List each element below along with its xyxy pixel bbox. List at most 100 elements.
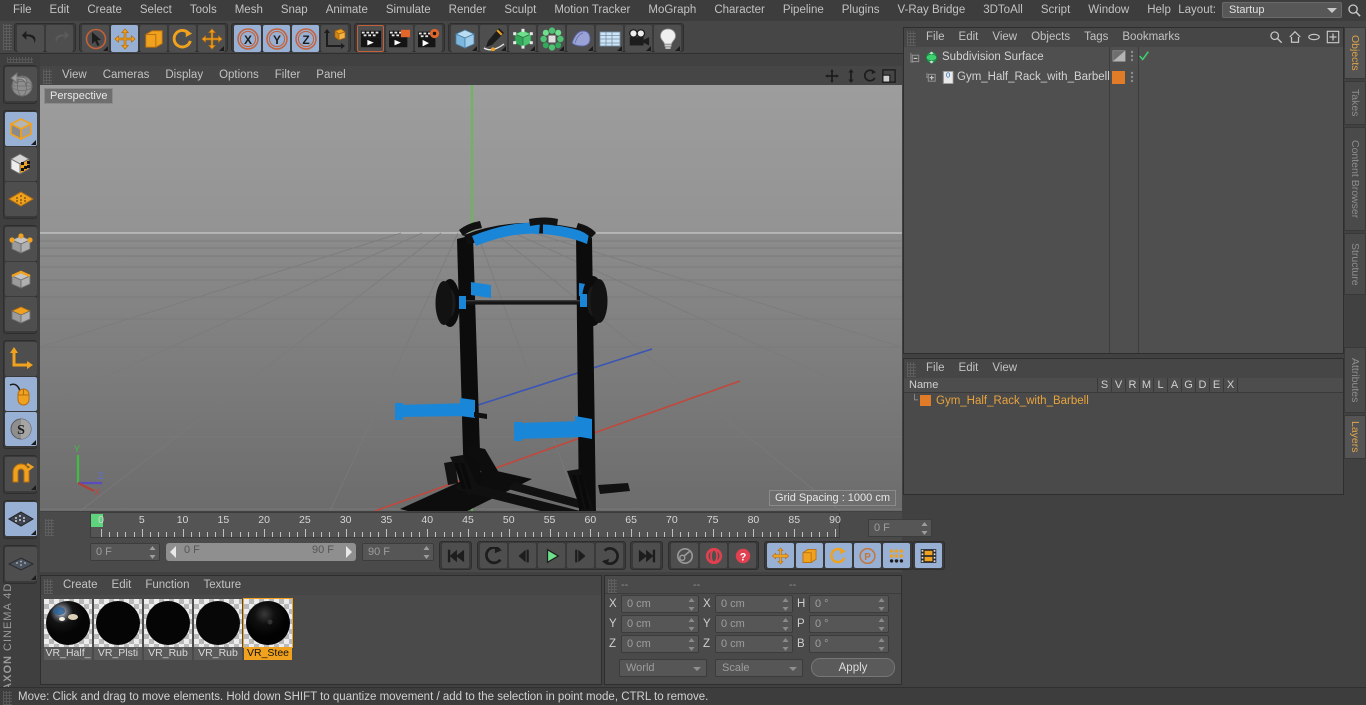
- menu-item-help[interactable]: Help: [1138, 0, 1180, 21]
- coord-field-x-size[interactable]: 0 cm: [715, 595, 793, 613]
- tab-attributes[interactable]: Attributes: [1344, 347, 1366, 413]
- camera-button[interactable]: [625, 25, 652, 52]
- record-key-button[interactable]: [671, 543, 698, 568]
- range-right-handle-icon[interactable]: [342, 544, 354, 560]
- material-swatch[interactable]: [44, 599, 92, 647]
- viewport-menu-grip[interactable]: [43, 69, 52, 84]
- material-name[interactable]: VR_Plsti: [94, 647, 142, 660]
- menu-item-render[interactable]: Render: [440, 0, 496, 21]
- tab-content-browser[interactable]: Content Browser: [1344, 127, 1366, 231]
- axis-z-button[interactable]: Z: [292, 25, 319, 52]
- mm-menu-texture[interactable]: Texture: [196, 576, 248, 595]
- object-manager-grip[interactable]: [907, 31, 916, 46]
- tab-objects[interactable]: Objects: [1344, 27, 1366, 79]
- key-param-button[interactable]: P: [854, 543, 881, 568]
- stepper-icon[interactable]: [688, 618, 695, 631]
- coord-field-h-rotation[interactable]: 0 °: [809, 595, 889, 613]
- menu-item-mograph[interactable]: MoGraph: [639, 0, 705, 21]
- material-swatch[interactable]: [194, 599, 242, 647]
- ellipse-icon[interactable]: [1307, 30, 1321, 44]
- search-icon[interactable]: [1347, 3, 1362, 18]
- magnet-button[interactable]: [5, 457, 37, 491]
- workplane-lock-button[interactable]: [5, 502, 37, 536]
- timeline-range-slider[interactable]: 0 F 90 F: [166, 543, 356, 561]
- orbit-icon[interactable]: [863, 69, 877, 83]
- stepper-icon[interactable]: [782, 598, 789, 611]
- stepper-icon[interactable]: [149, 546, 156, 559]
- material-item[interactable]: VR_Plsti: [94, 599, 142, 660]
- object-row-gym-half-rack[interactable]: 0 Gym_Half_Rack_with_Barbell: [904, 67, 1343, 87]
- coordinate-manager-grip[interactable]: [608, 578, 617, 593]
- stepper-icon[interactable]: [878, 618, 885, 631]
- stepper-icon[interactable]: [782, 618, 789, 631]
- go-to-start-button[interactable]: [442, 543, 469, 568]
- material-item[interactable]: VR_Rub: [144, 599, 192, 660]
- mm-menu-edit[interactable]: Edit: [105, 576, 139, 595]
- layer-color-swatch[interactable]: [920, 395, 931, 406]
- stepper-icon[interactable]: [688, 638, 695, 651]
- timeline-ruler[interactable]: 0 5 10 15 20 25 30 35 40 45 50 55 60 65 70 75 80 85 90: [90, 512, 841, 538]
- move-tool-button[interactable]: [111, 25, 138, 52]
- axis-modify-button[interactable]: [5, 342, 37, 376]
- deformer-button[interactable]: [567, 25, 594, 52]
- timeline-grip[interactable]: [45, 519, 54, 536]
- mm-menu-create[interactable]: Create: [56, 576, 105, 595]
- autokey-button[interactable]: [700, 543, 727, 568]
- object-row-subdivision-surface[interactable]: Subdivision Surface: [904, 47, 1343, 67]
- light-button[interactable]: [654, 25, 681, 52]
- step-forward-frame-button[interactable]: [567, 543, 594, 568]
- tab-structure[interactable]: Structure: [1344, 233, 1366, 295]
- menu-item-snap[interactable]: Snap: [272, 0, 317, 21]
- stepper-icon[interactable]: [423, 546, 430, 559]
- menu-item-pipeline[interactable]: Pipeline: [774, 0, 833, 21]
- display-tag-icon[interactable]: [1112, 49, 1126, 63]
- material-manager-grip[interactable]: [44, 579, 53, 594]
- lm-menu-view[interactable]: View: [985, 359, 1024, 378]
- menu-item-simulate[interactable]: Simulate: [377, 0, 440, 21]
- home-icon[interactable]: [1288, 30, 1302, 44]
- coord-field-z-position[interactable]: 0 cm: [621, 635, 699, 653]
- material-item[interactable]: VR_Half_: [44, 599, 92, 660]
- key-scale-button[interactable]: [796, 543, 823, 568]
- timeline-frame-field[interactable]: 0 F: [868, 519, 932, 537]
- polygons-mode-button[interactable]: [5, 297, 37, 331]
- menu-item-window[interactable]: Window: [1079, 0, 1138, 21]
- menu-item-animate[interactable]: Animate: [317, 0, 377, 21]
- viewport-menu-cameras[interactable]: Cameras: [95, 66, 158, 85]
- key-pla-button[interactable]: [883, 543, 910, 568]
- material-item[interactable]: VR_Rub: [194, 599, 242, 660]
- move-dynamic-button[interactable]: [198, 25, 225, 52]
- coord-field-z-size[interactable]: 0 cm: [715, 635, 793, 653]
- go-to-end-button[interactable]: [633, 543, 660, 568]
- material-swatch[interactable]: [94, 599, 142, 647]
- stepper-icon[interactable]: [878, 638, 885, 651]
- maximize-icon[interactable]: [882, 69, 896, 83]
- undo-button[interactable]: [17, 25, 44, 52]
- texture-mode-button[interactable]: [5, 147, 37, 181]
- viewport-menu-panel[interactable]: Panel: [308, 66, 353, 85]
- viewport-mouse-button[interactable]: [5, 377, 37, 411]
- spline-pen-button[interactable]: [480, 25, 507, 52]
- enable-axis-button[interactable]: S: [5, 412, 37, 446]
- add-layer-icon[interactable]: [1326, 30, 1340, 44]
- render-view-button[interactable]: [357, 25, 384, 52]
- timeline-toggle-button[interactable]: [915, 543, 942, 568]
- pan-icon[interactable]: [825, 69, 839, 83]
- workplane-button[interactable]: [5, 182, 37, 216]
- viewport-menu-filter[interactable]: Filter: [267, 66, 309, 85]
- key-rotation-button[interactable]: [825, 543, 852, 568]
- generator-button[interactable]: [509, 25, 536, 52]
- menu-item-edit[interactable]: Edit: [41, 0, 79, 21]
- layer-manager-grip[interactable]: [907, 362, 916, 377]
- stepper-icon[interactable]: [921, 522, 928, 535]
- coord-field-b-rotation[interactable]: 0 °: [809, 635, 889, 653]
- coord-field-y-position[interactable]: 0 cm: [621, 615, 699, 633]
- render-region-button[interactable]: [386, 25, 413, 52]
- viewport-menu-view[interactable]: View: [54, 66, 95, 85]
- array-button[interactable]: [538, 25, 565, 52]
- left-palette-grip[interactable]: [7, 57, 33, 63]
- scene-floor-button[interactable]: [596, 25, 623, 52]
- om-menu-edit[interactable]: Edit: [952, 28, 986, 47]
- step-back-frame-button[interactable]: [509, 543, 536, 568]
- rotate-tool-button[interactable]: [169, 25, 196, 52]
